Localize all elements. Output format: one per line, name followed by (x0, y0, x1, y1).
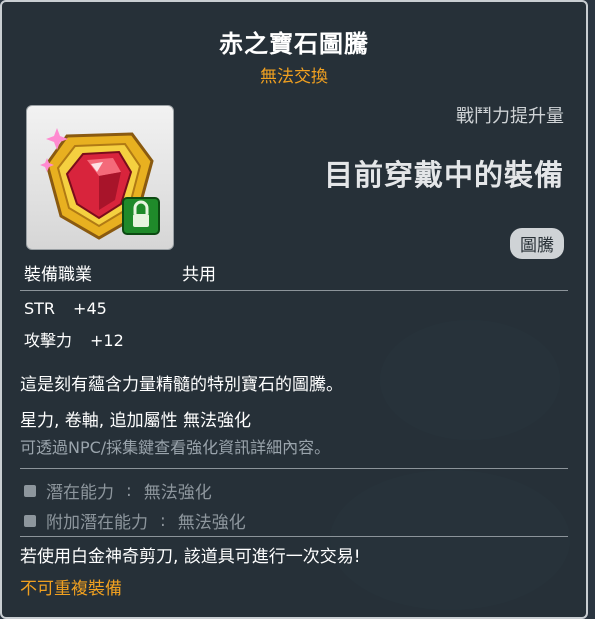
stat-row: STR +45 (24, 299, 107, 318)
potential-row: 潛在能力 : 無法強化 (24, 478, 212, 503)
item-icon-frame (26, 105, 174, 250)
unique-equip-notice: 不可重複裝備 (20, 579, 122, 599)
potential-colon: : (126, 480, 132, 501)
bullet-icon (24, 514, 36, 527)
trade-status: 無法交換 (260, 67, 328, 87)
category-badge: 圖騰 (510, 228, 564, 259)
divider (20, 290, 568, 291)
item-tooltip: 赤之寶石圖騰 無法交換 戰鬥力提升量 目前穿戴中的裝備 圖騰 裝備職業 共用 S… (0, 0, 588, 619)
job-label: 裝備職業 (24, 265, 92, 285)
stat-value: +12 (90, 331, 124, 350)
stat-name: 攻擊力 (24, 331, 73, 350)
potential-row: 附加潛在能力 : 無法強化 (24, 508, 246, 533)
enhance-notice: 星力, 卷軸, 追加屬性 無法強化 (20, 411, 252, 431)
enhance-hint: 可透過NPC/採集鍵查看強化資訊詳細內容。 (20, 438, 331, 457)
potential-value: 無法強化 (177, 513, 246, 533)
divider (20, 536, 568, 537)
potential-value: 無法強化 (143, 483, 212, 503)
stat-value: +45 (73, 299, 107, 318)
potential-label: 潛在能力 (46, 483, 114, 503)
combat-power-label: 戰鬥力提升量 (456, 106, 564, 127)
job-value: 共用 (182, 265, 216, 285)
item-name: 赤之寶石圖騰 (219, 30, 369, 58)
stat-row: 攻擊力 +12 (24, 327, 124, 351)
equip-status: 目前穿戴中的裝備 (323, 158, 564, 192)
potential-colon: : (160, 510, 166, 531)
scissor-notice: 若使用白金神奇剪刀, 該道具可進行一次交易! (20, 547, 361, 567)
stat-name: STR (24, 299, 56, 318)
totem-gem-icon (40, 128, 160, 240)
bullet-icon (24, 484, 36, 497)
potential-label: 附加潛在能力 (46, 513, 148, 533)
item-description: 這是刻有蘊含力量精髓的特別寶石的圖騰。 (20, 375, 343, 395)
divider (20, 468, 568, 469)
